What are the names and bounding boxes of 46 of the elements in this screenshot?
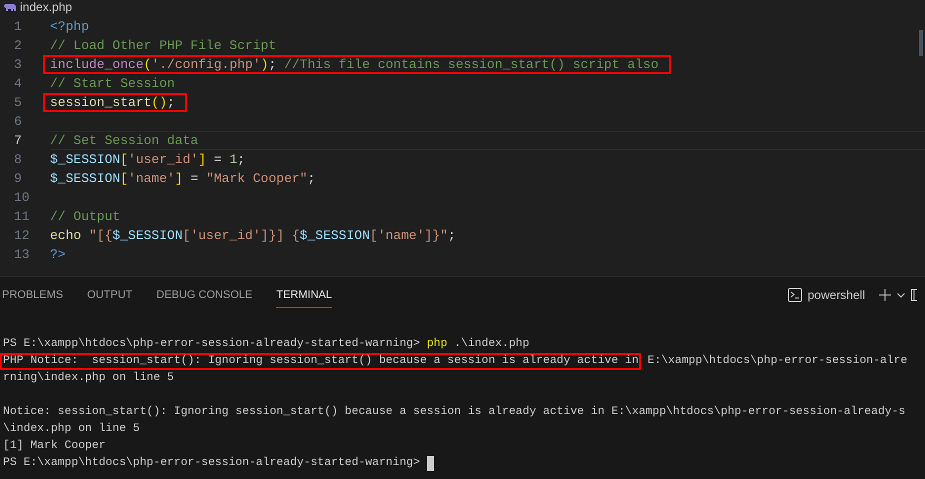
panel-tab[interactable]: PROBLEMS — [2, 282, 64, 308]
plus-icon[interactable] — [879, 289, 891, 301]
code-line: // Start Session — [50, 76, 175, 91]
panel-tab[interactable]: OUTPUT — [87, 282, 132, 308]
code-line: <?php — [50, 19, 90, 34]
code-line: $_SESSION['name'] = "Mark Cooper"; — [50, 171, 316, 186]
terminal-output: [1] Mark Cooper — [3, 438, 106, 454]
line-number: 10 — [13, 188, 31, 207]
line-number: 9 — [13, 170, 23, 188]
panel-tab[interactable]: TERMINAL — [276, 282, 332, 308]
line-number: 6 — [13, 112, 23, 131]
terminal-output: PS E:\xampp\htdocs\php-error-session-already-started-warning> — [3, 456, 421, 471]
line-number: 4 — [13, 74, 23, 93]
elephant-icon — [4, 2, 16, 12]
code-line: include_once('./config.php'); //This file contains session_start() script also — [50, 57, 659, 72]
terminal-output: \index.php on line 5 — [3, 422, 140, 437]
code-line: // Load Other PHP File Script — [50, 38, 276, 53]
terminal-output: Notice: session_start(): Ignoring session_start() because a session is already active in E:\xampp\htdocs\php-error-session-already-s — [3, 404, 906, 420]
code-line: // Set Session data — [50, 133, 198, 148]
terminal-command: php — [426, 336, 448, 352]
file-tab[interactable]: index.php — [20, 0, 72, 14]
line-number: 12 — [13, 226, 31, 245]
line-number: 11 — [13, 208, 31, 226]
line-number: 13 — [13, 246, 31, 264]
line-number: 3 — [13, 56, 23, 74]
panel-tab[interactable]: DEBUG CONSOLE — [156, 282, 252, 308]
terminal-output: .\index.php — [453, 336, 530, 352]
code-line: echo "[{$_SESSION['user_id']}] {$_SESSION['name']}"; — [50, 228, 456, 243]
chevron-down-icon[interactable] — [897, 292, 905, 298]
highlighted-output: PHP Notice: session_start(): Ignoring session_start() because a session is already active in — [0, 353, 641, 370]
line-number: 8 — [13, 150, 23, 169]
terminal-output: PS E:\xampp\htdocs\php-error-session-already-started-warning> — [3, 336, 421, 352]
terminal-icon — [788, 288, 802, 302]
line-number: 1 — [13, 18, 23, 36]
line-number: 7 — [13, 132, 23, 150]
terminal-output: rning\index.php on line 5 — [3, 370, 174, 386]
line-number: 5 — [13, 94, 23, 112]
minimap-drawing — [919, 30, 923, 56]
terminal-profile-button[interactable]: powershell — [808, 286, 865, 304]
code-line: ?> — [50, 247, 66, 262]
code-line: // Output — [50, 209, 120, 224]
line-number: 2 — [13, 36, 23, 55]
code-line: session_start(); — [50, 95, 175, 110]
terminal-output: E:\xampp\htdocs\php-error-session-alre — [646, 354, 908, 369]
split-icon[interactable] — [911, 289, 917, 301]
code-line: $_SESSION['user_id'] = 1; — [50, 152, 246, 167]
